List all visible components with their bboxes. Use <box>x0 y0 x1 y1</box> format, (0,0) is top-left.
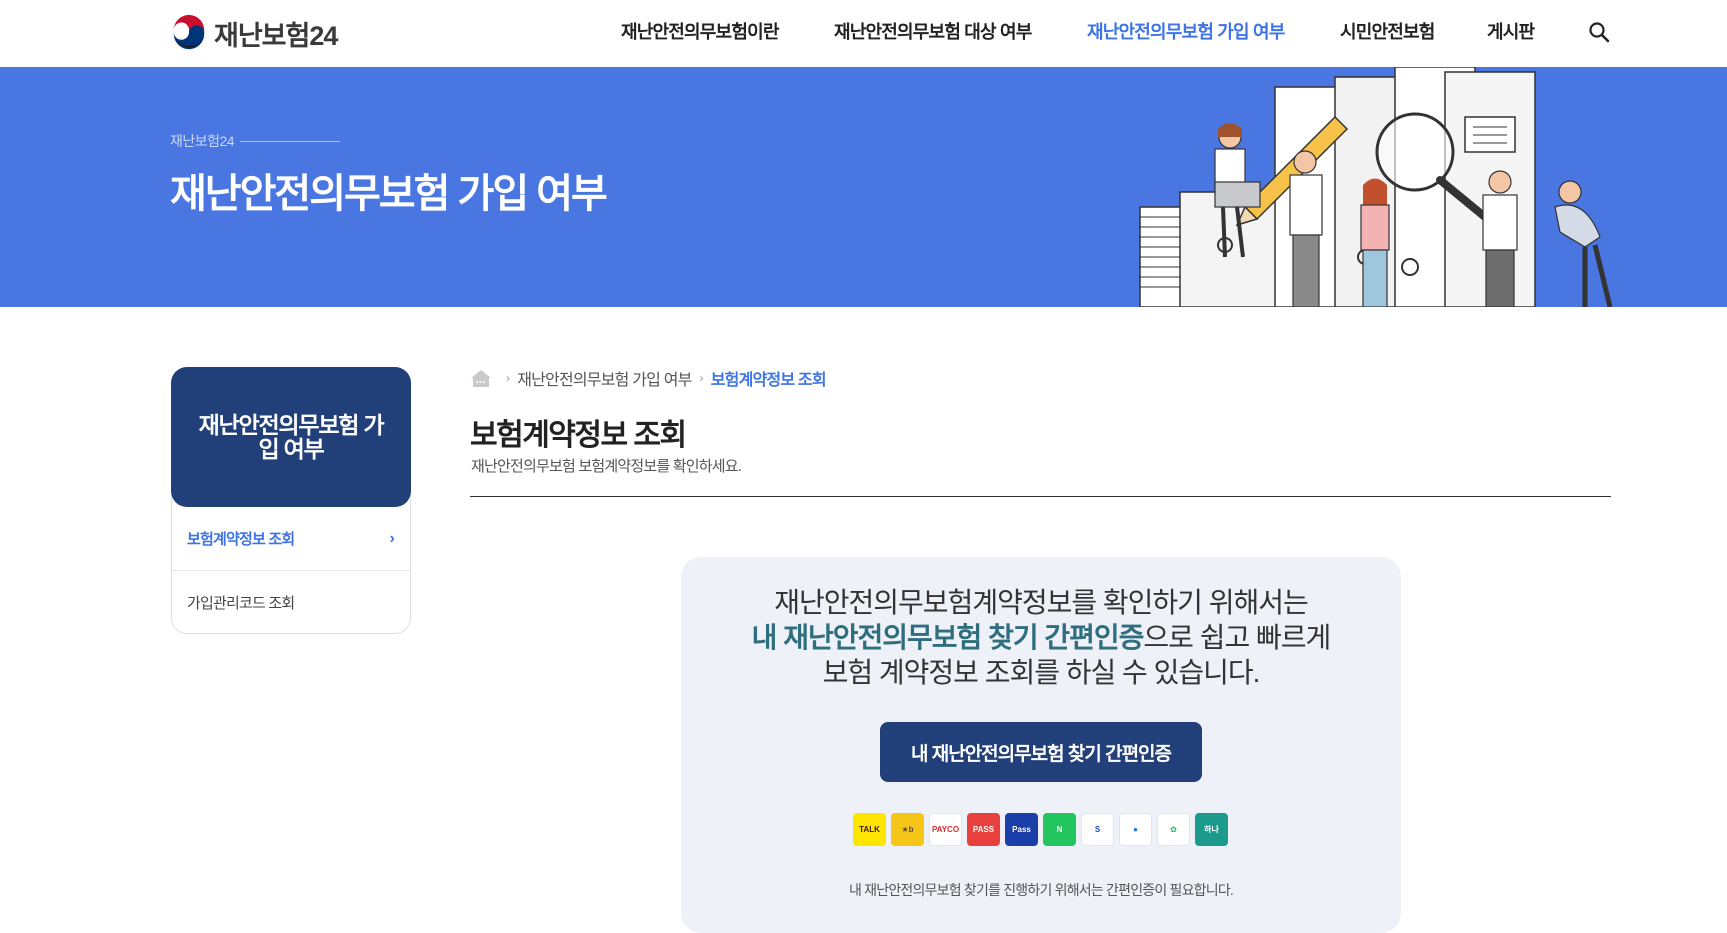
side-nav-item-contract-info[interactable]: 보험계약정보 조회 › <box>172 507 410 570</box>
chevron-right-icon: › <box>389 529 394 547</box>
kb-icon[interactable]: ★b <box>891 813 924 846</box>
auth-lead-text: 재난안전의무보험계약정보를 확인하기 위해서는 내 재난안전의무보험 찾기 간편… <box>681 585 1401 690</box>
page-title: 보험계약정보 조회 <box>470 419 687 452</box>
samsung-pass-icon[interactable]: Pass <box>1005 813 1038 846</box>
nav-item-board[interactable]: 게시판 <box>1487 18 1535 44</box>
shinhan-icon[interactable]: S <box>1081 813 1114 846</box>
page-banner: 재난보험24 재난안전의무보험 가입 여부 <box>0 67 1727 307</box>
naver-icon[interactable]: N <box>1043 813 1076 846</box>
auth-lead-line1: 재난안전의무보험계약정보를 확인하기 위해서는 <box>774 587 1309 618</box>
breadcrumb: › 재난안전의무보험 가입 여부 › 보험계약정보 조회 <box>470 366 827 390</box>
pass-icon[interactable]: PASS <box>967 813 1000 846</box>
banner-subtitle: 재난보험24 <box>170 131 341 151</box>
main-nav: 재난안전의무보험이란 재난안전의무보험 대상 여부 재난안전의무보험 가입 여부… <box>0 18 1727 48</box>
toss-icon[interactable]: ● <box>1119 813 1152 846</box>
auth-provider-list: TALK ★b PAYCO PASS Pass N S ● ✿ 하나 <box>853 813 1228 846</box>
payco-icon[interactable]: PAYCO <box>929 813 962 846</box>
auth-note: 내 재난안전의무보험 찾기를 진행하기 위해서는 간편인증이 필요합니다. <box>848 882 1234 898</box>
banner-title: 재난안전의무보험 가입 여부 <box>170 172 608 216</box>
side-nav-list: 보험계약정보 조회 › 가입관리코드 조회 <box>171 493 411 634</box>
auth-lead-line3: 보험 계약정보 조회를 하실 수 있습니다. <box>822 657 1261 688</box>
auth-lead-highlight: 내 재난안전의무보험 찾기 간편인증 <box>751 622 1145 653</box>
nav-item-about[interactable]: 재난안전의무보험이란 <box>621 18 779 44</box>
simple-auth-button[interactable]: 내 재난안전의무보험 찾기 간편인증 <box>880 722 1202 782</box>
banner-subtitle-text: 재난보험24 <box>170 133 235 149</box>
side-nav-item-label: 보험계약정보 조회 <box>187 531 295 548</box>
breadcrumb-item[interactable]: 재난안전의무보험 가입 여부 <box>517 366 692 390</box>
nav-item-citizen-insurance[interactable]: 시민안전보험 <box>1340 18 1435 44</box>
chevron-right-icon: › <box>699 371 704 385</box>
banner-subtitle-line <box>240 140 341 142</box>
page-description: 재난안전의무보험 보험계약정보를 확인하세요. <box>471 458 742 475</box>
content-divider <box>470 496 1611 497</box>
nav-item-enrollment[interactable]: 재난안전의무보험 가입 여부 <box>1087 18 1285 44</box>
auth-lead-line2-rest: 으로 쉽고 빠르게 <box>1143 622 1331 653</box>
side-nav-title: 재난안전의무보험 가입 여부 <box>171 367 411 507</box>
nav-item-eligibility[interactable]: 재난안전의무보험 대상 여부 <box>834 18 1032 44</box>
breadcrumb-current: 보험계약정보 조회 <box>710 372 827 389</box>
side-nav-item-management-code[interactable]: 가입관리코드 조회 <box>172 570 410 633</box>
auth-panel: 재난안전의무보험계약정보를 확인하기 위해서는 내 재난안전의무보험 찾기 간편… <box>681 557 1401 933</box>
nh-icon[interactable]: ✿ <box>1157 813 1190 846</box>
home-icon[interactable] <box>470 368 492 388</box>
side-nav: 재난안전의무보험 가입 여부 보험계약정보 조회 › 가입관리코드 조회 <box>171 367 411 634</box>
banner-illustration <box>1139 67 1613 307</box>
hana-icon[interactable]: 하나 <box>1195 813 1228 846</box>
site-header: 재난보험24 재난안전의무보험이란 재난안전의무보험 대상 여부 재난안전의무보… <box>0 0 1727 67</box>
auth-lead-line2: 내 재난안전의무보험 찾기 간편인증으로 쉽고 빠르게 <box>681 620 1401 655</box>
side-nav-item-label: 가입관리코드 조회 <box>187 594 295 612</box>
chevron-right-icon: › <box>506 371 510 385</box>
kakaotalk-icon[interactable]: TALK <box>853 813 886 846</box>
search-icon[interactable] <box>1587 20 1611 44</box>
